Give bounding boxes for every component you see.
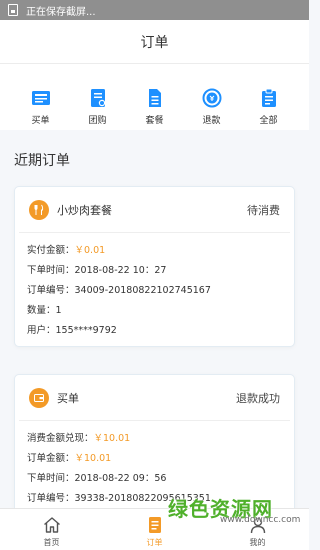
order-type-badge (29, 199, 49, 220)
order-card[interactable]: 买单 退款成功 消费金额兑现：￥10.01 订单金额：￥10.01 下单时间：2… (14, 374, 295, 514)
order-time: 下单时间：2018-08-22 09：56 (27, 473, 167, 484)
order-card-header: 小炒肉套餐 待消费 (19, 187, 290, 233)
order-amount-value: ￥10.01 (74, 453, 112, 464)
quick-action-taocan[interactable]: 套餐 (132, 64, 178, 130)
quick-action-label: 买单 (31, 116, 50, 126)
order-amount-label: 订单金额： (27, 453, 75, 464)
order-status: 待消费 (247, 203, 280, 217)
redeem-amount-row: 消费金额兑现：￥10.01 (27, 429, 282, 449)
order-quantity: 数量：1 (27, 305, 62, 316)
nav-bar: 订单 (0, 20, 309, 64)
tab-label: 订单 (146, 538, 163, 547)
order-card-header: 买单 退款成功 (19, 375, 290, 421)
status-bar: 正在保存截屏... (0, 0, 309, 20)
order-card[interactable]: 小炒肉套餐 待消费 实付金额：￥0.01 下单时间：2018-08-22 10：… (14, 186, 295, 347)
tab-home[interactable]: 首页 (22, 509, 82, 550)
status-text: 正在保存截屏... (26, 6, 96, 18)
order-type-badge (29, 387, 49, 408)
tab-label: 我的 (249, 538, 266, 547)
quick-action-label: 全部 (259, 116, 278, 126)
order-details: 实付金额：￥0.01 下单时间：2018-08-22 10：27 订单编号：34… (15, 233, 294, 341)
redeem-amount-value: ￥10.01 (93, 433, 131, 444)
group-buy-icon (90, 89, 105, 107)
quick-action-quanbu[interactable]: 全部 (246, 64, 292, 130)
utensils-icon (34, 204, 44, 215)
order-status: 退款成功 (236, 391, 280, 405)
screenshot-icon (8, 4, 18, 16)
page-title: 订单 (140, 34, 169, 51)
order-name: 小炒肉套餐 (57, 203, 112, 217)
clipboard-icon (261, 88, 276, 107)
quick-action-label: 团购 (88, 116, 107, 126)
tab-profile[interactable]: 我的 (228, 509, 288, 550)
home-icon (43, 517, 60, 533)
user-icon (250, 517, 265, 534)
recent-orders-title: 近期订单 (14, 153, 70, 169)
quick-action-tuangou[interactable]: 团购 (75, 64, 121, 130)
order-time: 下单时间：2018-08-22 10：27 (27, 265, 167, 276)
order-number: 订单编号：39338-20180822095615351 (27, 493, 211, 504)
package-icon (148, 89, 161, 107)
redeem-amount-label: 消费金额兑现： (27, 433, 94, 444)
order-amount-row: 订单金额：￥10.01 (27, 449, 282, 469)
quick-action-tuikuan[interactable]: 退款 (189, 64, 235, 130)
paid-amount-value: ￥0.01 (74, 245, 106, 256)
quick-action-label: 套餐 (145, 116, 164, 126)
order-name: 买单 (57, 391, 79, 405)
order-user: 用户：155****9792 (27, 325, 117, 336)
paid-amount-label: 实付金额： (27, 245, 75, 256)
order-icon (148, 517, 161, 533)
quick-action-maidan[interactable]: 买单 (18, 64, 64, 130)
register-icon (31, 91, 50, 105)
tab-label: 首页 (43, 538, 60, 547)
paid-amount-row: 实付金额：￥0.01 (27, 241, 282, 261)
order-details: 消费金额兑现：￥10.01 订单金额：￥10.01 下单时间：2018-08-2… (15, 421, 294, 509)
refund-icon (202, 88, 221, 108)
quick-actions: 买单 团购 套餐 退款 全部 (0, 64, 309, 130)
wallet-icon (34, 393, 44, 402)
quick-action-label: 退款 (202, 116, 221, 126)
bottom-tab-bar: 首页 订单 我的 (0, 508, 309, 550)
order-number: 订单编号：34009-20180822102745167 (27, 285, 211, 296)
tab-orders[interactable]: 订单 (125, 509, 185, 550)
